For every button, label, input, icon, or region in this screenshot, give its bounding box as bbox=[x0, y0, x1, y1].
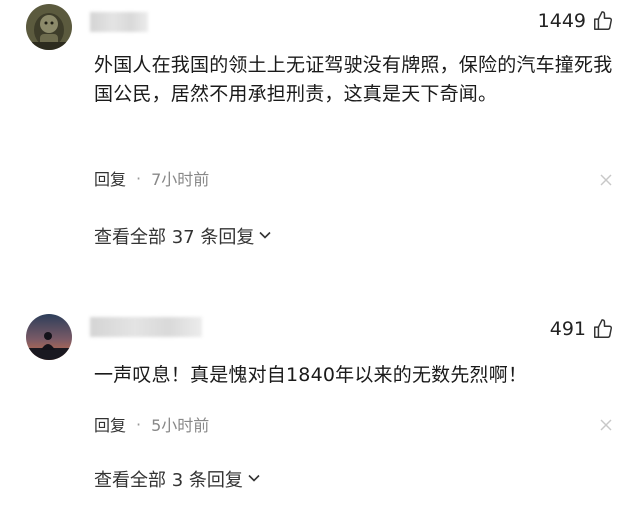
comment-time: 5小时前 bbox=[151, 416, 210, 435]
view-replies-label: 查看全部 3 条回复 bbox=[94, 470, 243, 491]
avatar[interactable] bbox=[26, 314, 72, 360]
comment-meta: 回复 · 5小时前 bbox=[94, 412, 209, 436]
avatar[interactable] bbox=[26, 4, 72, 50]
close-icon[interactable] bbox=[600, 419, 612, 431]
chevron-down-icon bbox=[258, 226, 272, 247]
username-blurred bbox=[90, 12, 148, 32]
comment-meta: 回复 · 7小时前 bbox=[94, 166, 209, 190]
close-icon[interactable] bbox=[600, 174, 612, 186]
thumbs-up-icon[interactable] bbox=[592, 10, 614, 32]
view-replies-label: 查看全部 37 条回复 bbox=[94, 227, 255, 248]
thumbs-up-icon[interactable] bbox=[592, 318, 614, 340]
view-replies-button[interactable]: 查看全部 3 条回复 bbox=[94, 466, 261, 492]
reply-button[interactable]: 回复 bbox=[94, 166, 126, 190]
username-blurred bbox=[90, 317, 202, 337]
like-count[interactable]: 491 bbox=[550, 318, 614, 340]
view-replies-button[interactable]: 查看全部 37 条回复 bbox=[94, 223, 272, 249]
comment-text: 一声叹息！真是愧对自1840年以来的无数先烈啊！ bbox=[94, 364, 528, 386]
comment-text: 外国人在我国的领土上无证驾驶没有牌照，保险的汽车撞死我国公民，居然不用承担刑责，… bbox=[94, 54, 613, 105]
meta-separator: · bbox=[136, 168, 142, 188]
chevron-down-icon bbox=[247, 469, 261, 490]
reply-button[interactable]: 回复 bbox=[94, 412, 126, 436]
like-count[interactable]: 1449 bbox=[538, 10, 614, 32]
meta-separator: · bbox=[136, 414, 142, 434]
comment-time: 7小时前 bbox=[151, 170, 210, 189]
